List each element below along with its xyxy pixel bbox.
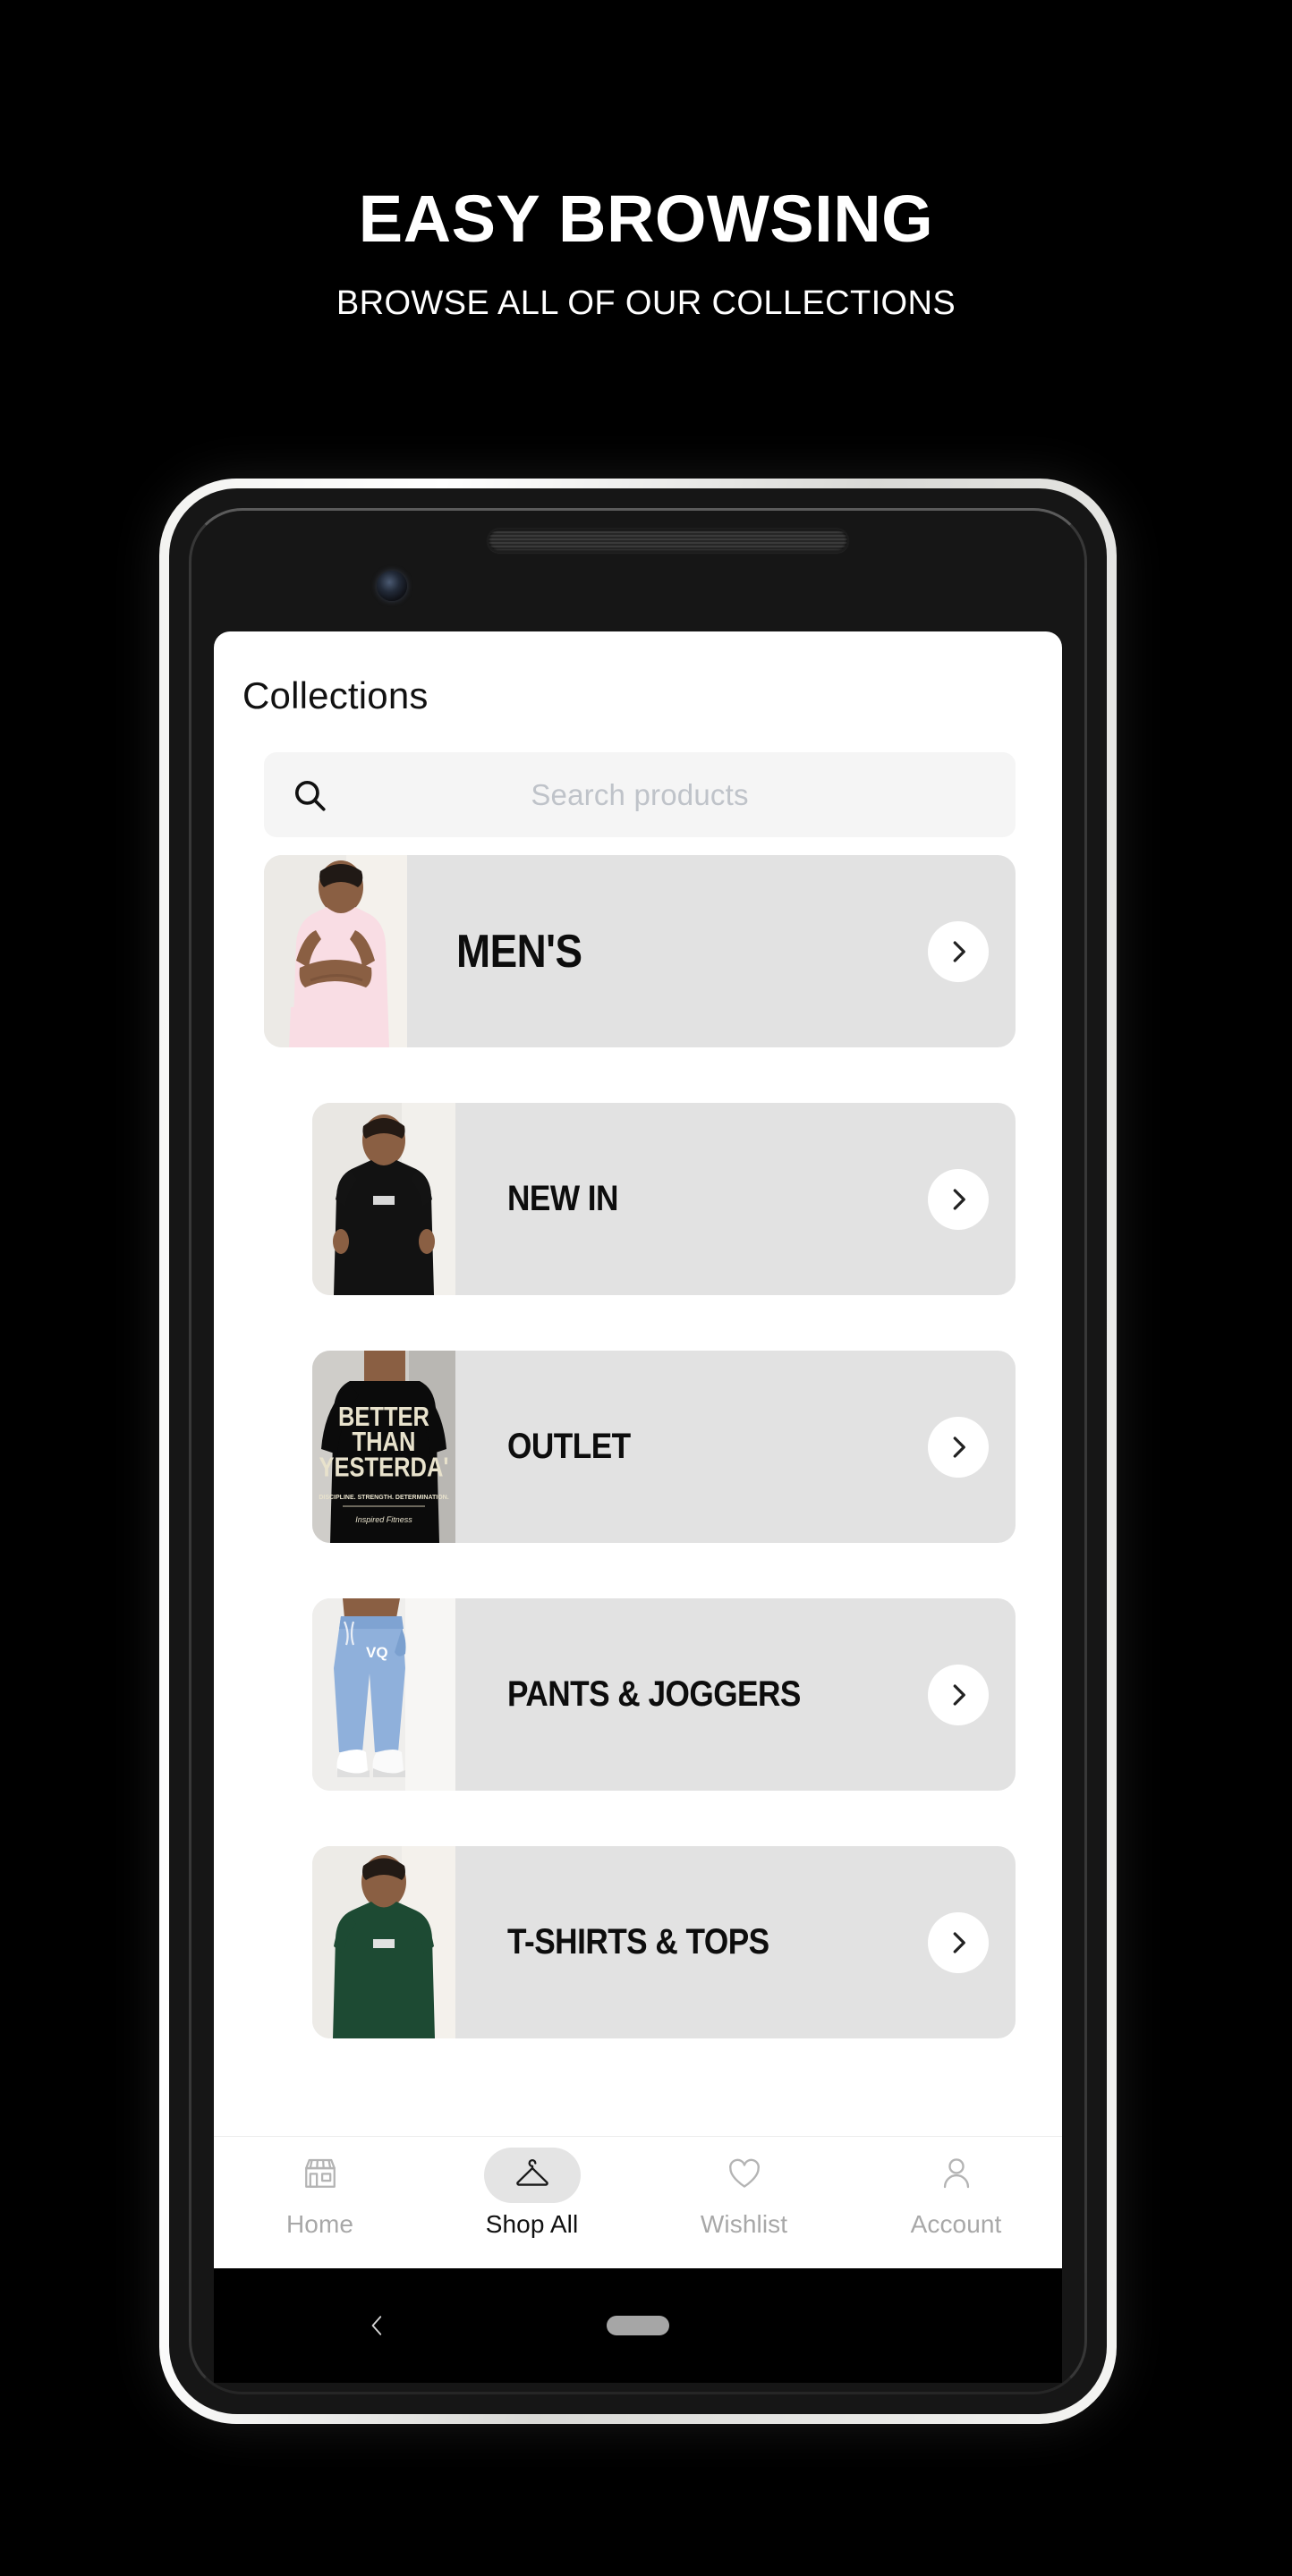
collection-row-pants-joggers[interactable]: VQ PANTS & JOGGERS (312, 1598, 1016, 1791)
tab-shop-all[interactable]: Shop All (447, 2148, 617, 2239)
collection-row-mens[interactable]: MEN'S (264, 855, 1016, 1047)
collection-label: PANTS & JOGGERS (507, 1674, 801, 1714)
tab-icon-wrap-active (483, 2148, 581, 2203)
collection-thumbnail (312, 1103, 455, 1295)
collection-row-new-in[interactable]: NEW IN (312, 1103, 1016, 1295)
earpiece-speaker-grille (487, 528, 849, 553)
collection-thumbnail: BETTER THAN YESTERDA' DISCIPLINE. STRENG… (312, 1351, 455, 1543)
front-camera-icon (377, 571, 407, 601)
person-icon (938, 2155, 975, 2197)
hanger-icon (514, 2155, 551, 2197)
svg-text:Inspired Fitness: Inspired Fitness (355, 1515, 412, 1524)
collection-thumbnail (264, 855, 407, 1047)
chevron-right-icon[interactable] (928, 1416, 989, 1478)
search-icon (291, 776, 328, 814)
phone-bezel: Collections Search products MEN'S NEW IN… (169, 488, 1107, 2414)
collection-label: T-SHIRTS & TOPS (507, 1922, 769, 1962)
tab-label: Wishlist (700, 2210, 788, 2238)
promo-title: EASY BROWSING (358, 182, 934, 256)
chevron-right-icon[interactable] (928, 1664, 989, 1725)
storefront-icon (302, 2155, 339, 2197)
tab-label: Home (285, 2210, 354, 2238)
tab-icon-wrap (908, 2148, 1005, 2203)
svg-text:YESTERDA': YESTERDA' (319, 1452, 449, 1482)
chevron-right-icon[interactable] (928, 920, 989, 982)
collection-label: OUTLET (507, 1427, 631, 1466)
search-bar[interactable]: Search products (264, 752, 1016, 837)
chevron-right-icon[interactable] (928, 1911, 989, 1973)
bottom-tab-bar: Home Shop All Wishlist Account (214, 2136, 1062, 2268)
chevron-right-icon[interactable] (928, 1168, 989, 1230)
tab-label: Account (910, 2210, 1002, 2238)
heart-icon (726, 2155, 763, 2197)
collection-thumbnail: VQ (312, 1598, 455, 1791)
svg-text:DISCIPLINE. STRENGTH. DETERMIN: DISCIPLINE. STRENGTH. DETERMINATION. (319, 1495, 448, 1501)
promo-subtitle: BROWSE ALL OF OUR COLLECTIONS (336, 284, 956, 322)
collection-label: NEW IN (507, 1179, 618, 1218)
page-title: Collections (242, 674, 429, 716)
tab-icon-wrap (696, 2148, 793, 2203)
collection-row-outlet[interactable]: BETTER THAN YESTERDA' DISCIPLINE. STRENG… (312, 1351, 1016, 1543)
phone-device-frame: Collections Search products MEN'S NEW IN… (159, 479, 1117, 2424)
promo-header: EASY BROWSING BROWSE ALL OF OUR COLLECTI… (0, 0, 1292, 322)
android-system-nav (214, 2268, 1062, 2383)
collection-thumbnail (312, 1846, 455, 2038)
tab-wishlist[interactable]: Wishlist (659, 2148, 829, 2239)
collection-row-tshirts-tops[interactable]: T-SHIRTS & TOPS (312, 1846, 1016, 2038)
app-screen: Collections Search products MEN'S NEW IN… (214, 631, 1062, 2268)
search-input-placeholder[interactable]: Search products (264, 778, 1016, 812)
tab-icon-wrap (272, 2148, 369, 2203)
collection-list: MEN'S NEW IN BETTER THAN YESTERDA' DISCI… (214, 855, 1062, 2094)
tab-account[interactable]: Account (871, 2148, 1041, 2239)
chevron-left-icon[interactable] (366, 2314, 389, 2337)
svg-text:VQ: VQ (366, 1644, 388, 1661)
home-pill-indicator[interactable] (607, 2316, 669, 2335)
tab-label: Shop All (485, 2210, 579, 2238)
collection-label: MEN'S (456, 925, 582, 978)
tab-home[interactable]: Home (235, 2148, 405, 2239)
